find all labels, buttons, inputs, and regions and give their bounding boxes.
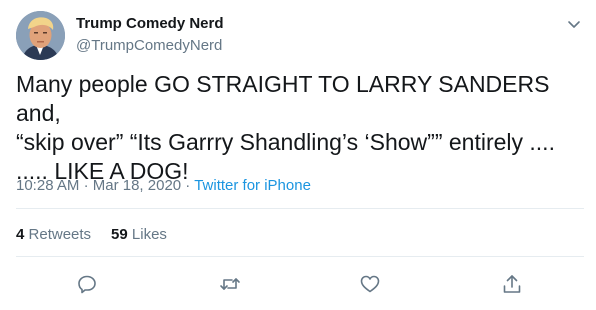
- likes-stat[interactable]: 59 Likes: [111, 226, 167, 243]
- retweets-stat[interactable]: 4 Retweets: [16, 226, 91, 243]
- tweet-text: Many people GO STRAIGHT TO LARRY SANDERS…: [16, 71, 555, 184]
- retweet-icon[interactable]: [219, 273, 241, 295]
- tweet-card: Trump Comedy Nerd @TrumpComedyNerd Many …: [0, 0, 596, 310]
- heart-icon[interactable]: [359, 273, 381, 295]
- retweets-count: 4: [16, 226, 25, 243]
- display-name[interactable]: Trump Comedy Nerd: [76, 15, 224, 32]
- tweet-date[interactable]: Mar 18, 2020: [93, 177, 181, 194]
- chevron-down-icon[interactable]: [564, 14, 584, 34]
- divider: [16, 256, 584, 257]
- meta-separator: ·: [185, 177, 191, 194]
- tweet-source-link[interactable]: Twitter for iPhone: [194, 177, 311, 194]
- avatar[interactable]: [16, 11, 65, 60]
- retweets-label: Retweets: [28, 226, 92, 243]
- likes-count: 59: [111, 226, 128, 243]
- tweet-stats: 4 Retweets 59 Likes: [16, 226, 167, 243]
- tweet-meta: 10:28 AM · Mar 18, 2020 · Twitter for iP…: [16, 177, 311, 194]
- reply-icon[interactable]: [76, 273, 98, 295]
- user-handle[interactable]: @TrumpComedyNerd: [76, 37, 222, 54]
- likes-label: Likes: [131, 226, 167, 243]
- meta-separator: ·: [83, 177, 89, 194]
- divider: [16, 208, 584, 209]
- share-icon[interactable]: [501, 273, 523, 295]
- tweet-time[interactable]: 10:28 AM: [16, 177, 79, 194]
